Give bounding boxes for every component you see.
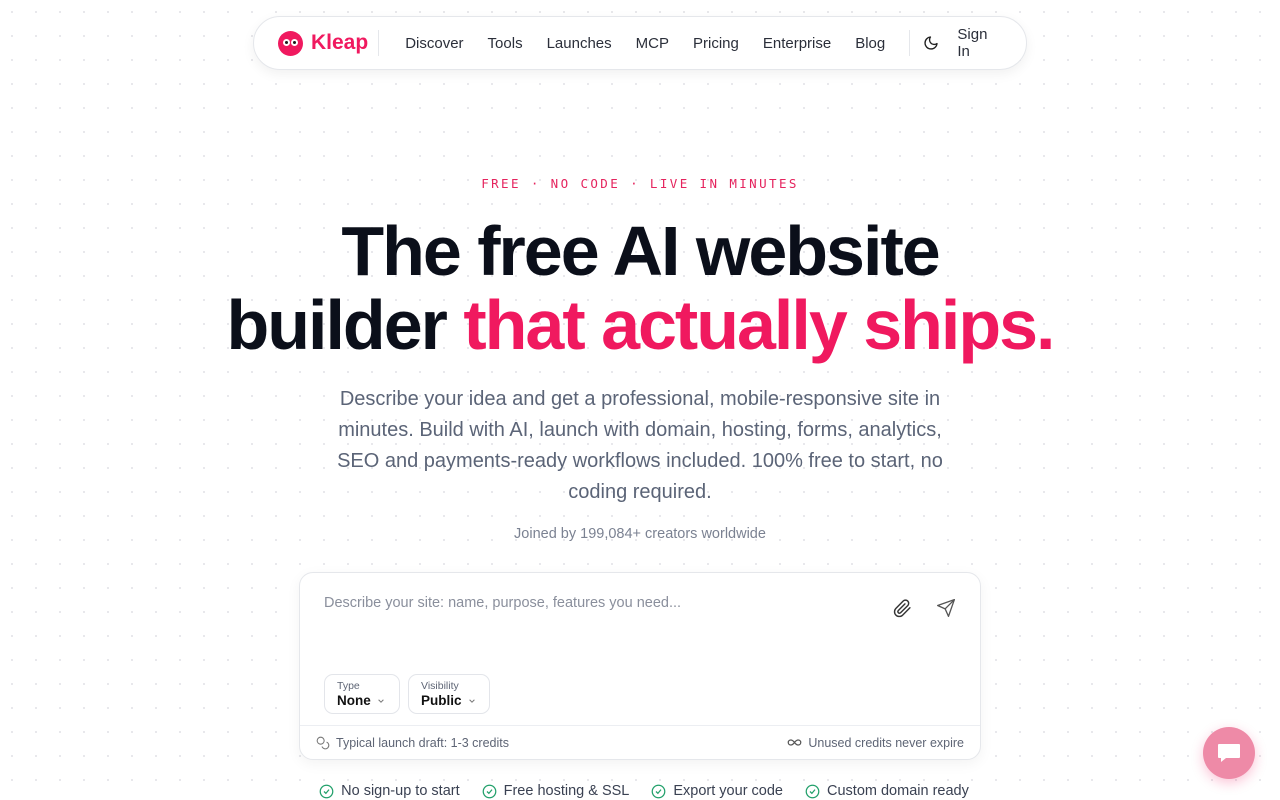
hero-headline: The free AI website builder that actuall… xyxy=(0,214,1280,362)
feature-item: Custom domain ready xyxy=(805,783,969,799)
kleap-logo-icon xyxy=(278,30,303,56)
check-circle-icon xyxy=(482,784,496,798)
brand[interactable]: Kleap xyxy=(278,30,380,56)
check-circle-icon xyxy=(319,784,334,798)
feature-item: No sign-up to start xyxy=(319,783,460,799)
prompt-footer: Typical launch draft: 1-3 credits Unused… xyxy=(300,725,980,759)
feature-item: Free hosting & SSL xyxy=(482,783,629,799)
hero-eyebrow: FREE · NO CODE · LIVE IN MINUTES xyxy=(481,176,799,191)
sign-in-link[interactable]: Sign In xyxy=(957,26,1002,60)
infinity-icon xyxy=(788,739,802,746)
check-circle-icon xyxy=(652,784,666,798)
chevron-down-icon xyxy=(468,699,475,703)
chevron-down-icon xyxy=(377,699,384,703)
hero-subtitle: Describe your idea and get a professiona… xyxy=(337,388,943,503)
type-select[interactable]: Type None xyxy=(324,674,400,714)
site-description-input[interactable] xyxy=(324,595,864,611)
feature-item: Export your code xyxy=(651,783,783,799)
type-select-label: Type xyxy=(337,680,360,692)
site-prompt-box: Type None Visibility Public Typical laun… xyxy=(299,572,981,760)
send-icon[interactable] xyxy=(935,597,957,619)
nav-links: Discover Tools Launches MCP Pricing Ente… xyxy=(393,35,897,52)
credits-note: Unused credits never expire xyxy=(808,735,964,750)
paperclip-icon[interactable] xyxy=(891,597,913,619)
chat-launcher-button[interactable] xyxy=(1203,727,1255,779)
type-select-value: None xyxy=(337,693,371,708)
nav-link-discover[interactable]: Discover xyxy=(393,35,475,52)
headline-line-2: builder xyxy=(226,286,464,364)
nav-link-pricing[interactable]: Pricing xyxy=(681,35,751,52)
nav-divider xyxy=(909,30,911,56)
nav-link-launches[interactable]: Launches xyxy=(535,35,624,52)
check-circle-icon xyxy=(805,784,820,798)
visibility-select-label: Visibility xyxy=(421,680,459,692)
chat-bubble-icon xyxy=(1218,744,1240,762)
headline-accent: that actually ships. xyxy=(463,286,1055,364)
nav-link-mcp[interactable]: MCP xyxy=(624,35,681,52)
headline-line-1: The free AI website xyxy=(341,212,940,290)
feature-list: No sign-up to start Free hosting & SSL E… xyxy=(0,783,1280,799)
moon-icon[interactable] xyxy=(922,34,939,52)
top-nav: Kleap Discover Tools Launches MCP Pricin… xyxy=(253,16,1027,70)
nav-link-tools[interactable]: Tools xyxy=(476,35,535,52)
brand-name: Kleap xyxy=(311,31,369,54)
nav-link-enterprise[interactable]: Enterprise xyxy=(751,35,843,52)
nav-link-blog[interactable]: Blog xyxy=(843,35,897,52)
visibility-select-value: Public xyxy=(421,693,462,708)
coins-icon xyxy=(316,736,330,749)
credits-estimate: Typical launch draft: 1-3 credits xyxy=(336,735,509,750)
joined-count: Joined by 199,084+ creators worldwide xyxy=(514,526,766,542)
visibility-select[interactable]: Visibility Public xyxy=(408,674,490,714)
